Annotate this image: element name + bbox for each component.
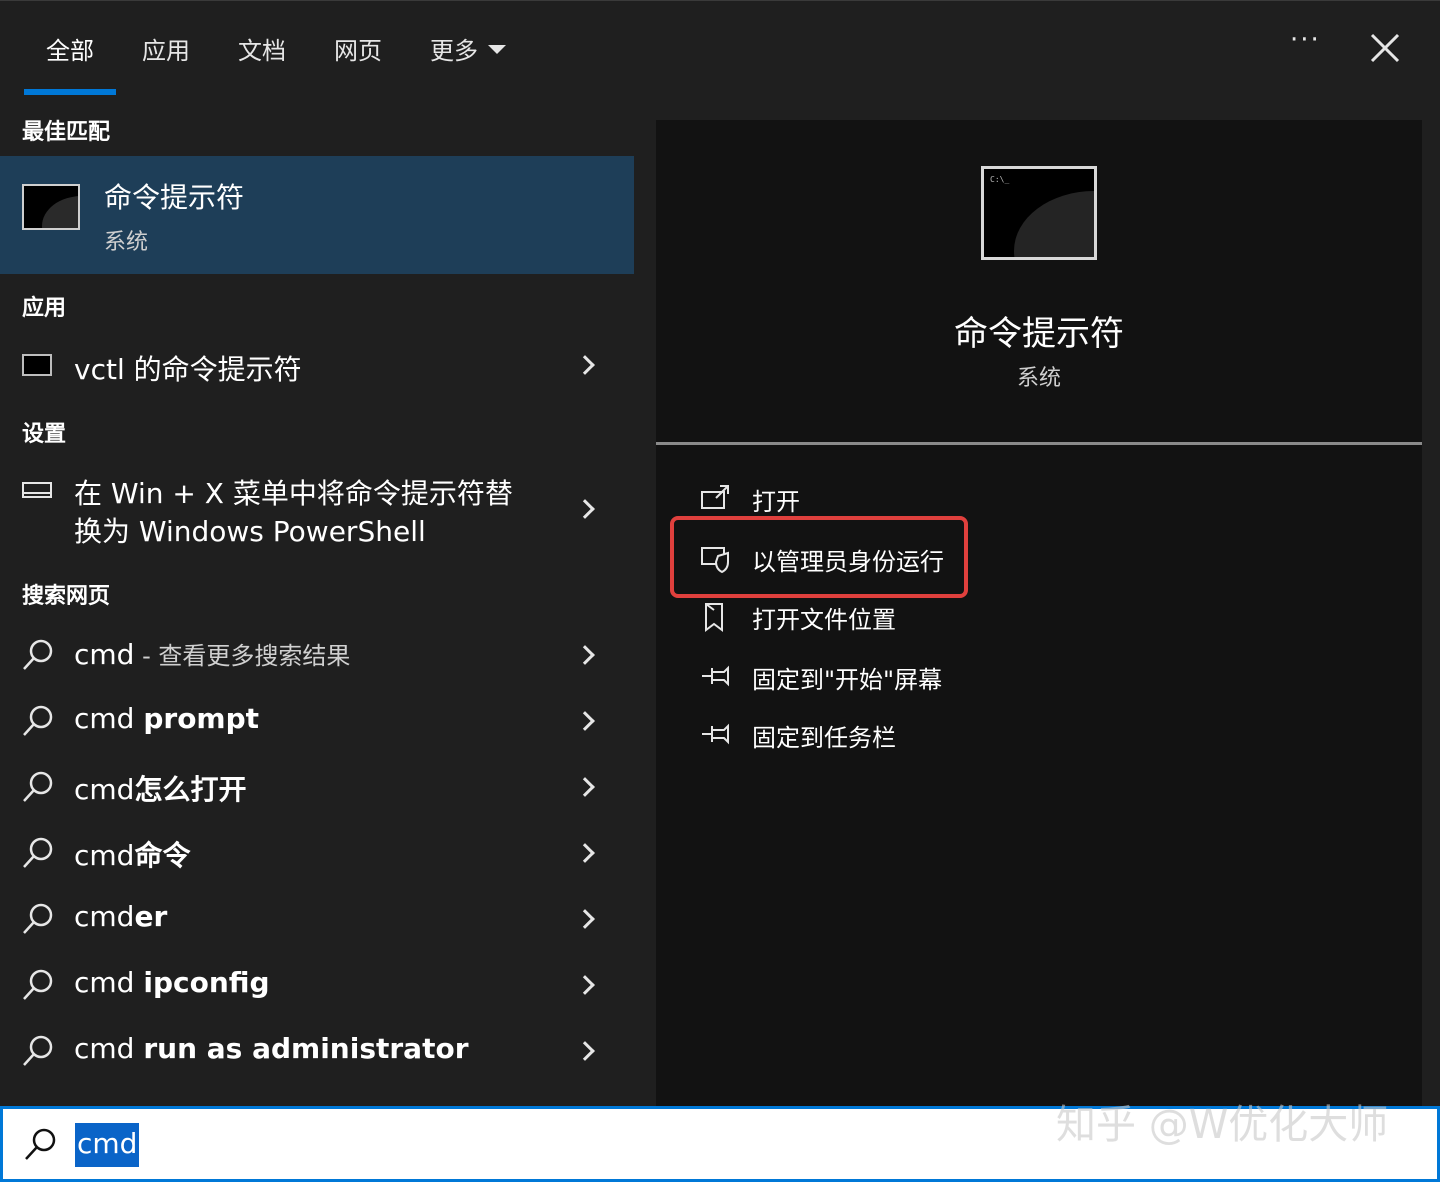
search-icon	[23, 903, 53, 934]
best-match-title: 命令提示符	[104, 181, 245, 214]
search-icon	[23, 705, 53, 736]
search-icon	[23, 639, 53, 670]
pin-icon	[702, 665, 729, 687]
section-web: 搜索网页	[22, 584, 111, 609]
app-item-label: vctl 的命令提示符	[74, 353, 302, 386]
best-match-item[interactable]: 命令提示符 系统	[0, 156, 634, 274]
web-result-label: cmder	[74, 900, 168, 933]
command-prompt-icon: C:\_	[981, 166, 1097, 260]
action-open-label: 打开	[752, 488, 800, 516]
settings-item-line2: 换为 Windows PowerShell	[74, 515, 426, 548]
search-icon	[25, 1128, 56, 1160]
action-pin-to-start-label: 固定到"开始"屏幕	[752, 666, 943, 694]
app-item-vctl[interactable]: vctl 的命令提示符	[0, 340, 634, 392]
tab-documents[interactable]: 文档	[238, 31, 286, 67]
web-result-label: cmd怎么打开	[74, 773, 247, 806]
web-result-row[interactable]: cmd prompt	[0, 698, 634, 748]
action-pin-to-taskbar[interactable]: 固定到任务栏	[700, 714, 1200, 758]
settings-item-line1: 在 Win + X 菜单中将命令提示符替	[74, 477, 513, 510]
tab-more-label: 更多	[430, 37, 478, 65]
web-result-label: cmd ipconfig	[74, 966, 270, 999]
close-icon[interactable]	[1368, 31, 1402, 65]
divider	[656, 442, 1422, 445]
command-prompt-icon	[22, 184, 80, 230]
active-tab-indicator	[24, 89, 116, 95]
action-pin-to-taskbar-label: 固定到任务栏	[752, 724, 896, 752]
section-best-match: 最佳匹配	[22, 120, 111, 145]
tab-more[interactable]: 更多	[430, 31, 506, 67]
web-result-row[interactable]: cmd - 查看更多搜索结果	[0, 632, 634, 682]
search-icon	[23, 837, 53, 868]
search-icon	[23, 771, 53, 802]
web-result-row[interactable]: cmd ipconfig	[0, 962, 634, 1012]
more-options-button[interactable]: ···	[1290, 25, 1321, 55]
settings-item-powershell[interactable]: 在 Win + X 菜单中将命令提示符替 换为 Windows PowerShe…	[0, 470, 634, 550]
web-result-label: cmd prompt	[74, 702, 260, 735]
chevron-right-icon[interactable]	[575, 909, 595, 929]
watermark: 知乎 @W优化大师	[1056, 1102, 1389, 1148]
tab-all[interactable]: 全部	[46, 31, 94, 67]
web-result-row[interactable]: cmd命令	[0, 830, 634, 880]
open-icon	[701, 485, 729, 509]
tab-web[interactable]: 网页	[334, 31, 382, 67]
section-apps: 应用	[22, 296, 67, 321]
chevron-right-icon[interactable]	[575, 711, 595, 731]
pin-icon	[702, 723, 729, 745]
command-prompt-icon	[22, 354, 52, 376]
search-icon	[23, 1035, 53, 1066]
web-result-row[interactable]: cmd怎么打开	[0, 764, 634, 814]
monitor-icon	[22, 482, 52, 498]
chevron-right-icon[interactable]	[575, 355, 595, 375]
web-result-label: cmd - 查看更多搜索结果	[74, 638, 351, 671]
action-open-file-location-label: 打开文件位置	[752, 606, 896, 634]
chevron-right-icon[interactable]	[575, 843, 595, 863]
chevron-down-icon	[488, 44, 506, 54]
action-pin-to-start[interactable]: 固定到"开始"屏幕	[700, 656, 1200, 700]
detail-title: 命令提示符	[954, 314, 1124, 354]
chevron-right-icon[interactable]	[575, 975, 595, 995]
file-location-icon	[705, 603, 723, 632]
chevron-right-icon[interactable]	[575, 777, 595, 797]
chevron-right-icon[interactable]	[575, 499, 595, 519]
tab-apps[interactable]: 应用	[142, 31, 190, 67]
search-input[interactable]: cmd	[75, 1123, 140, 1167]
web-result-label: cmd run as administrator	[74, 1032, 469, 1065]
best-match-subtitle: 系统	[104, 230, 149, 255]
search-icon	[23, 969, 53, 1000]
detail-pane: C:\_ 命令提示符 系统 打开 以管理员身份运行 打开文件位置 固定到"开始"…	[634, 96, 1440, 1106]
web-result-label: cmd命令	[74, 839, 191, 872]
highlight-annotation-box	[670, 516, 968, 598]
results-pane: 最佳匹配 命令提示符 系统 应用 vctl 的命令提示符 设置 在 Win + …	[0, 96, 634, 1106]
chevron-right-icon[interactable]	[575, 1041, 595, 1061]
web-result-row[interactable]: cmd run as administrator	[0, 1028, 634, 1078]
detail-card: C:\_ 命令提示符 系统 打开 以管理员身份运行 打开文件位置 固定到"开始"…	[656, 120, 1422, 1106]
icon-prompt-text: C:\_	[990, 175, 1010, 184]
action-open-file-location[interactable]: 打开文件位置	[700, 596, 1200, 640]
web-result-row[interactable]: cmder	[0, 896, 634, 946]
chevron-right-icon[interactable]	[575, 645, 595, 665]
top-tab-bar: 全部 应用 文档 网页 更多 ···	[0, 0, 1440, 96]
section-settings: 设置	[22, 422, 67, 447]
detail-subtitle: 系统	[1016, 366, 1061, 391]
